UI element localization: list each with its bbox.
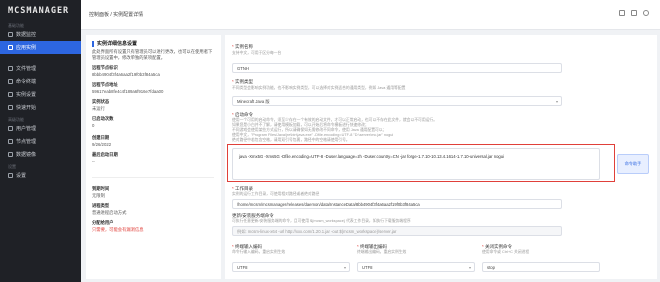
chevron-down-icon: ▾ — [468, 265, 471, 270]
server-icon — [8, 45, 13, 50]
instance-name-input[interactable]: GTNH — [232, 63, 562, 73]
sidebar-item-label: 文件管理 — [16, 66, 37, 72]
sidebar-item-dashboard[interactable]: 数据监控 — [0, 28, 81, 41]
info-value: 9/26/2022 — [92, 142, 112, 147]
update-command-input[interactable]: 例如: mcsm-linux-x64 -url http://xxx.com/1… — [232, 226, 562, 236]
sidebar-section-label: 设置 — [8, 164, 16, 169]
power-icon[interactable] — [643, 10, 649, 16]
folder-icon — [8, 66, 13, 71]
info-value: 普通进程启动方式 — [92, 210, 127, 215]
sidebar-item-quickstart[interactable]: 快速开始 — [0, 101, 81, 114]
info-value: 0 — [92, 123, 95, 128]
sidebar-item-instance-settings[interactable]: 实例设置 — [0, 88, 81, 101]
info-label: 远程节点地址 — [92, 82, 118, 87]
sidebar-section-label: 高级功能 — [8, 117, 24, 122]
palette-icon[interactable] — [631, 10, 637, 16]
sidebar-item-label: 应用实例 — [16, 45, 37, 51]
top-bar: 控制面板 / 实例配置详情 — [81, 0, 660, 30]
output-encoding-select[interactable]: UTF8 ▾ — [357, 262, 475, 272]
output-encoding-hint: 终端输出编码，重启实例生效 — [357, 250, 407, 254]
sidebar-item-label: 快速开始 — [16, 105, 37, 111]
gear-icon — [8, 173, 13, 178]
info-value: 无限制 — [92, 193, 105, 198]
command-assistant-button[interactable]: 命令助手 — [617, 154, 649, 174]
sidebar-item-mirrors[interactable]: 数据镜像 — [0, 148, 81, 161]
input-encoding-hint: 命令行输入编码，重启实例生效 — [232, 250, 286, 254]
workdir-input[interactable]: /home/mcsm/mcsmanager/releases/daemon/da… — [232, 199, 562, 209]
sidebar-item-terminal[interactable]: 命令终端 — [0, 75, 81, 88]
info-label: 实例状态 — [92, 99, 110, 104]
breadcrumb: 控制面板 / 实例配置详情 — [89, 12, 144, 18]
panel-description: 管理员设置中，修改单独的某项配置。 — [92, 55, 166, 60]
sidebar-item-label: 命令终端 — [16, 79, 37, 85]
info-value: 只需要，可能会有漏洞信息 — [92, 227, 144, 232]
settings-icon — [8, 92, 13, 97]
stop-command-input[interactable]: stop — [482, 262, 600, 272]
sidebar-item-label: 节点管理 — [16, 139, 37, 145]
workdir-hint: 实例的运行工作目录，可使用相对路径或者绝对路径 — [232, 192, 320, 196]
info-value: -- — [92, 159, 95, 164]
dashboard-icon — [8, 32, 13, 37]
start-command-hint: 绝对路径中若包含空格，请用双引号包裹，路径中的空格请使用引号。 — [232, 138, 350, 142]
title-accent — [92, 40, 94, 47]
info-value: 59617eab8fe4c4f189a6f916e7fdaa00 — [92, 89, 164, 94]
info-label: 分配给用户 — [92, 220, 114, 225]
chevron-down-icon: ▾ — [343, 265, 346, 270]
info-label: 最后启动日期 — [92, 152, 118, 157]
divider — [92, 177, 214, 178]
stop-command-hint: 使用命令或 Ctrl+C 关闭进程 — [482, 250, 530, 254]
sidebar-section-label — [0, 54, 81, 62]
sidebar-item-label: 数据镜像 — [16, 152, 37, 158]
info-label: 到期时间 — [92, 186, 110, 191]
sidebar-item-label: 用户管理 — [16, 126, 37, 132]
sidebar-item-nodes[interactable]: 节点管理 — [0, 135, 81, 148]
update-command-hint: 可执行任意更新/安装服务端的命令，且可使用 ${mcsm_workspace} … — [232, 219, 411, 223]
info-label: 进程类型 — [92, 203, 110, 208]
instance-type-hint: 不同类型会影响实例功能，也不影响实例类型，可以选择对实例适合的通用类型，例如 J… — [232, 86, 406, 90]
info-label: 远程节点标识 — [92, 65, 118, 70]
instance-type-label: * 实例类型 — [232, 79, 254, 84]
info-label: 创建日期 — [92, 135, 110, 140]
instance-name-label: * 实例名称 — [232, 44, 254, 49]
user-icon — [8, 126, 13, 131]
sidebar-item-users[interactable]: 用户管理 — [0, 122, 81, 135]
sidebar: MCSMANAGER 基础功能 数据监控 应用实例 文件管理 命令终端 实例设置… — [0, 0, 81, 282]
save-icon[interactable] — [619, 10, 625, 16]
rocket-icon — [8, 105, 13, 110]
sidebar-item-settings[interactable]: 设置 — [0, 169, 81, 182]
info-label: 已启动次数 — [92, 116, 114, 121]
sidebar-section-label: 基础功能 — [8, 23, 24, 28]
instance-type-select[interactable]: Minecraft Java 版 ▾ — [232, 96, 562, 106]
input-encoding-select[interactable]: UTF8 ▾ — [232, 262, 350, 272]
node-icon — [8, 139, 13, 144]
sidebar-item-label: 设置 — [16, 173, 27, 179]
chevron-down-icon: ▾ — [555, 99, 558, 104]
sidebar-item-files[interactable]: 文件管理 — [0, 62, 81, 75]
terminal-icon — [8, 79, 13, 84]
sidebar-item-label: 实例设置 — [16, 92, 37, 98]
instance-name-hint: 支持中文，可用于区分每一台 — [232, 51, 282, 55]
sidebar-item-label: 数据监控 — [16, 32, 37, 38]
info-value: 8bbb4904f3f4a6aa2f19f0b3f84a5ca — [92, 72, 160, 77]
info-value: 未运行 — [92, 106, 105, 111]
database-icon — [8, 152, 13, 157]
highlight-box — [227, 144, 615, 182]
sidebar-item-instances[interactable]: 应用实例 — [0, 41, 81, 54]
panel-title: 实例详细信息设置 — [92, 40, 137, 47]
app-logo: MCSMANAGER — [8, 6, 70, 16]
